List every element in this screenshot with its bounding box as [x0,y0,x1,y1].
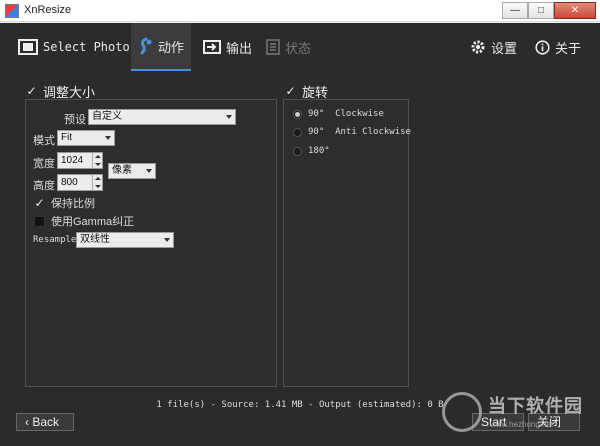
resample-select[interactable]: 双线性 [76,232,174,248]
width-value: 1024 [61,155,84,166]
rotate-ccw-radio[interactable] [293,127,302,137]
width-stepper[interactable] [92,153,102,168]
keep-ratio-option[interactable]: ✓ 保持比例 [34,195,95,211]
height-input[interactable]: 800 [57,174,103,191]
rotate-option-180[interactable]: 180° [293,146,330,156]
window-title: XnResize [24,4,72,16]
info-icon [535,39,550,55]
rotate-180-radio[interactable] [293,146,302,156]
watermark-url: www.hezhong.net [490,420,554,429]
minimize-button[interactable]: — [502,2,528,19]
status-label: 状态 [285,40,312,56]
tab-output[interactable]: 输出 [203,23,252,71]
tab-status[interactable]: 状态 [266,23,311,71]
height-value: 800 [61,177,78,188]
gamma-checkbox[interactable] [34,215,45,227]
rotate-ccw-label: 90° Anti Clockwise [308,127,411,137]
select-photos-label: Select Photos [43,40,137,54]
window-controls: — □ ✕ [502,2,596,19]
status-icon [266,39,280,55]
preset-select[interactable]: 自定义 [88,109,236,125]
settings-label: 设置 [491,40,518,56]
watermark-logo-icon [442,392,482,432]
keep-ratio-label: 保持比例 [51,198,95,210]
gamma-label: 使用Gamma纠正 [51,216,135,228]
output-label: 输出 [226,40,253,56]
chevron-down-icon [146,169,152,173]
app-icon [5,4,19,18]
tab-action[interactable]: 动作 [131,23,191,71]
preset-value: 自定义 [92,111,122,122]
width-input[interactable]: 1024 [57,152,103,169]
mode-value: Fit [61,132,73,143]
settings-button[interactable]: 设置 [470,23,517,71]
chevron-down-icon [105,136,111,140]
chevron-down-icon [164,238,170,242]
unit-value: 像素 [112,165,132,176]
mode-label: 模式 [33,135,55,147]
rotate-cw-label: 90° Clockwise [308,109,384,119]
back-label: Back [32,415,60,429]
width-label: 宽度 [33,158,55,170]
about-button[interactable]: 关于 [535,23,581,71]
gear-icon [471,40,485,54]
chevron-down-icon [226,115,232,119]
toolbar: Select Photos 动作 输出 状态 设置 关于 [0,23,600,71]
back-button[interactable]: ‹ Back [16,413,74,431]
tab-select-photos[interactable]: Select Photos [18,23,137,71]
window-titlebar: XnResize — □ ✕ [0,0,600,22]
action-icon [140,37,152,55]
keep-ratio-checkbox[interactable]: ✓ [34,197,45,209]
select-photos-icon [18,39,38,55]
maximize-button[interactable]: □ [528,2,554,19]
watermark-text: 当下软件园 [488,396,583,416]
resize-enable-checkbox[interactable]: ✓ [26,85,37,97]
action-label: 动作 [158,39,185,55]
close-window-button[interactable]: ✕ [554,2,596,19]
site-watermark: 当下软件园 www.hezhong.net [442,386,592,442]
rotate-cw-radio[interactable] [293,109,302,119]
resample-label: Resample [33,235,77,245]
unit-select[interactable]: 像素 [108,163,156,179]
height-label: 高度 [33,180,55,192]
preset-label: 预设 [64,114,86,126]
rotate-panel [283,99,409,387]
height-stepper[interactable] [92,175,102,190]
rotate-180-label: 180° [308,146,330,156]
resample-value: 双线性 [80,234,110,245]
rotate-enable-checkbox[interactable]: ✓ [285,85,296,97]
rotate-option-cw[interactable]: 90° Clockwise [293,109,384,119]
rotate-option-ccw[interactable]: 90° Anti Clockwise [293,127,411,137]
gamma-option[interactable]: 使用Gamma纠正 [34,213,134,229]
output-icon [203,40,221,54]
app-body: Select Photos 动作 输出 状态 设置 关于 ✓ 调整大小 预设 自… [0,23,600,446]
mode-select[interactable]: Fit [57,130,115,146]
about-label: 关于 [555,40,582,56]
